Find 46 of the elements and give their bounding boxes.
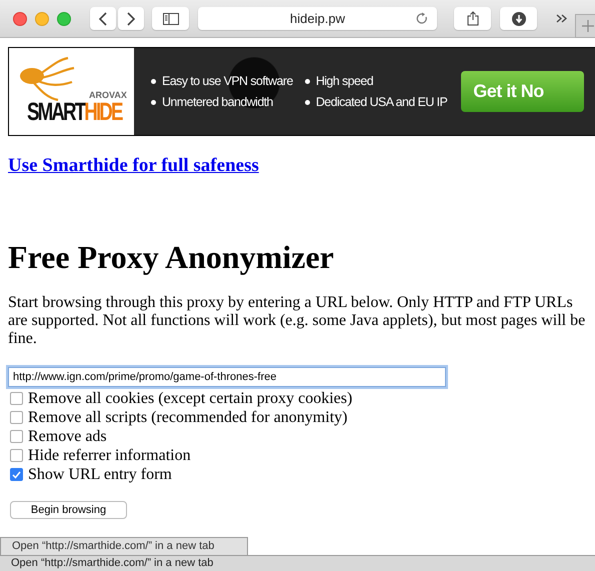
zoom-window-button[interactable] (57, 12, 71, 26)
logo-wordmark: SMARTHIDE (27, 98, 122, 127)
checkbox[interactable] (10, 468, 23, 481)
sidebar-button[interactable] (152, 7, 189, 30)
checkbox[interactable] (10, 411, 23, 424)
feature-text: Dedicated USA and EU IP (316, 95, 448, 109)
checkbox[interactable] (10, 449, 23, 462)
downloads-button[interactable] (500, 7, 537, 30)
chevron-icon[interactable] (556, 14, 568, 23)
reload-icon[interactable] (416, 12, 428, 25)
sidebar-icon (162, 12, 178, 24)
bullet-icon (304, 78, 310, 84)
ad-banner[interactable]: AROVAX SMARTHIDE Easy to use VPN software High speed Unmetered bandwidth Dedicated USA and EU IP Get it No (8, 47, 595, 136)
logo-tagline: AROVAX (89, 90, 127, 100)
option-label: Show URL entry form (28, 466, 172, 484)
checkbox[interactable] (10, 430, 23, 443)
share-icon (466, 11, 478, 26)
back-button[interactable] (90, 7, 116, 30)
url-input-field[interactable]: http://www.ign.com/prime/promo/game-of-thrones-free (8, 367, 446, 387)
download-icon (512, 12, 526, 26)
checkbox[interactable] (10, 392, 23, 405)
forward-button[interactable] (118, 7, 144, 30)
feature-text: Easy to use VPN software (162, 74, 293, 88)
address-bar[interactable]: hideip.pw (198, 7, 437, 30)
address-text: hideip.pw (290, 11, 345, 26)
forward-icon (126, 12, 136, 26)
status-bar: Open “http://smarthide.com/” in a new tab (0, 555, 595, 571)
bullet-icon (151, 100, 156, 104)
option-label: Remove all cookies (except certain proxy cookies) (28, 390, 352, 408)
bullet-icon (151, 78, 156, 84)
bullet-icon (304, 100, 310, 104)
promo-link[interactable]: Use Smarthide for full safeness (8, 155, 259, 177)
option-label: Hide referrer information (28, 446, 191, 464)
close-window-button[interactable] (13, 12, 27, 26)
option-label: Remove all scripts (recommended for anonymity) (28, 408, 348, 426)
back-icon (98, 12, 108, 26)
feature-text: High speed (316, 74, 374, 88)
share-button[interactable] (454, 7, 491, 30)
begin-browsing-button[interactable]: Begin browsing (10, 501, 127, 519)
new-tab-button[interactable] (575, 14, 595, 38)
plus-icon (582, 20, 594, 32)
link-tooltip: Open “http://smarthide.com/” in a new tab (0, 537, 248, 555)
page-heading: Free Proxy Anonymizer (8, 238, 335, 277)
intro-paragraph: Start browsing through this proxy by entering a URL below. Only HTTP and FTP URLs are supported. Not all functions will work (e.g. some Java applets), but most pages will be fine. (8, 294, 586, 348)
feature-text: Unmetered bandwidth (162, 95, 273, 109)
option-label: Remove ads (28, 428, 107, 446)
